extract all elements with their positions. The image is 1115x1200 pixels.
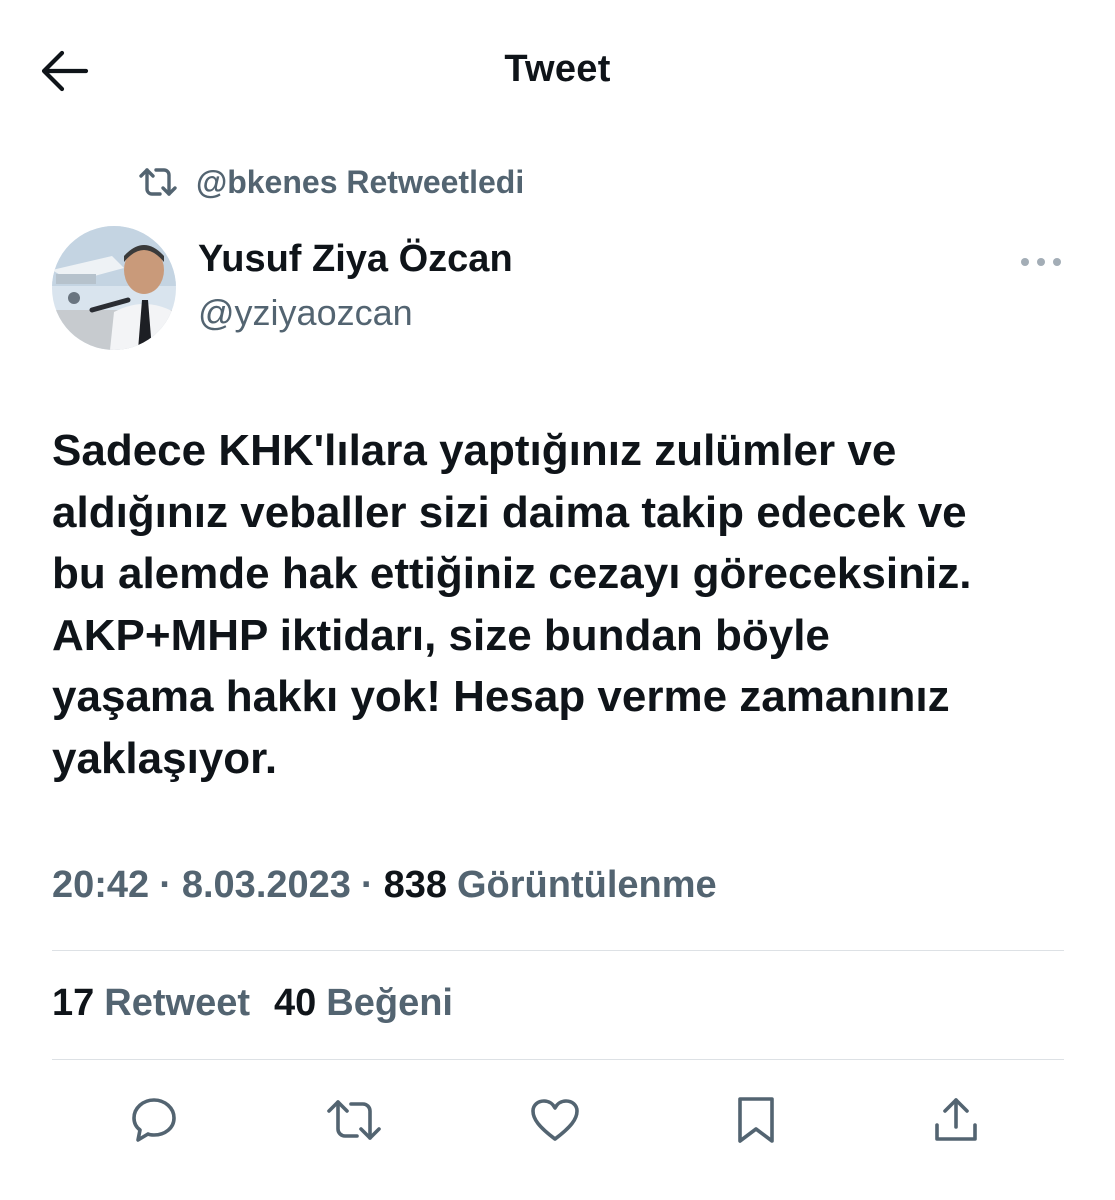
like-icon [531, 1099, 579, 1141]
author-name[interactable]: Yusuf Ziya Özcan [198, 238, 513, 281]
bookmark-icon [738, 1097, 774, 1143]
retweet-context[interactable]: @bkenes Retweetledi [138, 160, 524, 204]
likes-count: 40 [274, 982, 317, 1024]
retweets-stat[interactable]: 17 Retweet [52, 982, 250, 1025]
views-count: 838 [383, 864, 447, 906]
retweet-button[interactable] [326, 1092, 382, 1148]
meta-separator: · [360, 864, 374, 906]
share-button[interactable] [928, 1092, 984, 1148]
more-horizontal-icon [1021, 258, 1061, 266]
retweets-label: Retweet [104, 982, 250, 1024]
retweet-context-text: @bkenes Retweetledi [196, 163, 525, 200]
tweet-text: Sadece KHK'lılara yaptığınız zulümler ve… [52, 426, 972, 783]
meta-separator: · [159, 864, 172, 906]
more-button[interactable] [1018, 250, 1064, 274]
tweet-date[interactable]: 8.03.2023 [182, 864, 351, 907]
views-label: Görüntülenme [456, 864, 717, 906]
avatar[interactable] [52, 226, 176, 350]
likes-label: Beğeni [326, 982, 453, 1024]
reply-button[interactable] [126, 1092, 182, 1148]
bookmark-button[interactable] [728, 1092, 784, 1148]
reply-icon [132, 1098, 176, 1142]
divider [52, 950, 1064, 951]
divider [52, 1059, 1064, 1060]
retweets-count: 17 [52, 982, 95, 1024]
tweet-meta: 20:42 · 8.03.2023 · 838 Görüntülenme [52, 864, 717, 907]
like-button[interactable] [527, 1092, 583, 1148]
tweet-stats: 17 Retweet 40 Beğeni [52, 982, 453, 1025]
avatar-photo [52, 226, 176, 350]
tweet-time[interactable]: 20:42 [52, 864, 149, 907]
retweet-icon [139, 168, 177, 196]
page-title: Tweet [504, 48, 611, 90]
share-icon [935, 1098, 977, 1141]
author-handle[interactable]: @yziyaozcan [198, 292, 413, 334]
retweet-icon [327, 1100, 381, 1140]
likes-stat[interactable]: 40 Beğeni [274, 982, 453, 1025]
